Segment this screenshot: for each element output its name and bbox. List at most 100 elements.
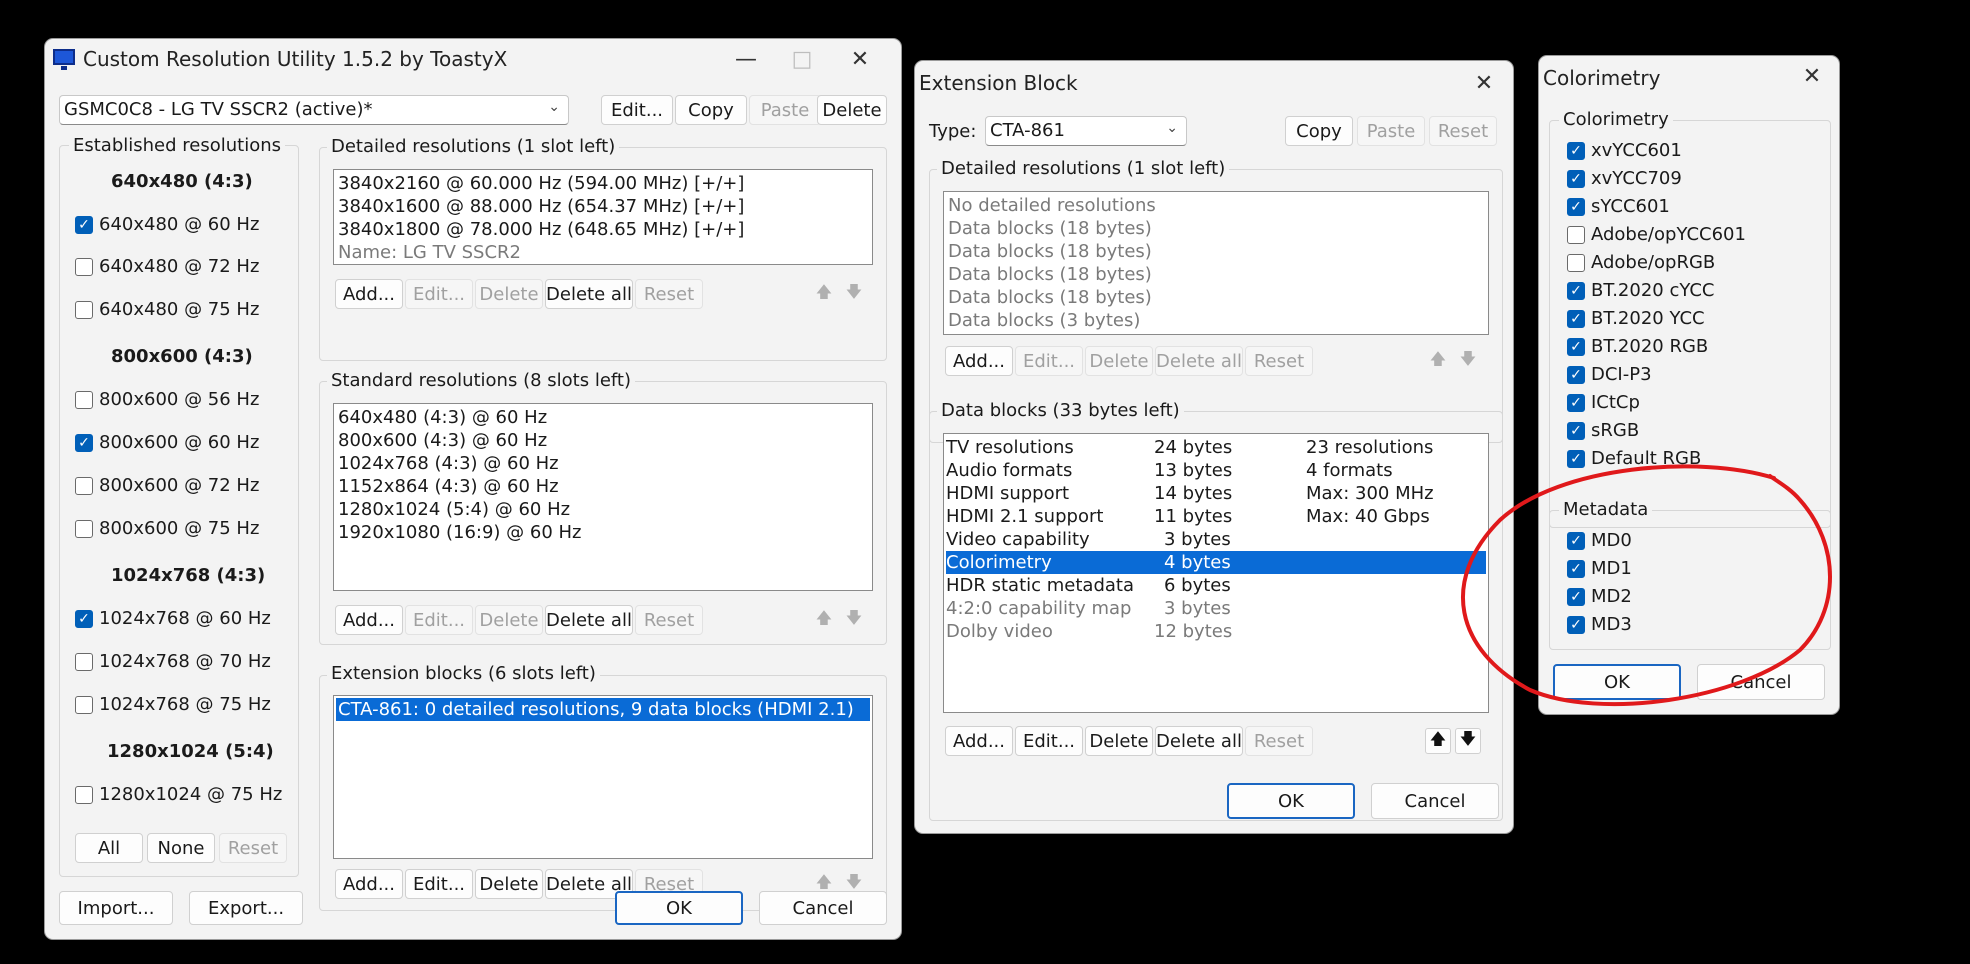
cancel-button[interactable]: Cancel xyxy=(1371,783,1499,819)
delete-display-button[interactable]: Delete xyxy=(817,95,887,125)
delete-all-standard-button[interactable]: Delete all xyxy=(545,605,633,635)
res-checkbox[interactable]: 1024x768 @ 75 Hz xyxy=(75,694,271,715)
move-up-icon[interactable]: 🡅 xyxy=(811,281,837,307)
detailed-resolutions-list[interactable]: 3840x2160 @ 60.000 Hz (594.00 MHz) [+/+]… xyxy=(333,169,873,265)
res-checkbox[interactable]: ✓ 1024x768 @ 60 Hz xyxy=(75,608,271,629)
maximize-button[interactable]: □ xyxy=(773,39,831,79)
list-item[interactable]: HDR static metadata 6 bytes xyxy=(946,574,1486,597)
list-item[interactable]: HDMI 2.1 support 11 bytes Max: 40 Gbps xyxy=(946,505,1486,528)
list-item[interactable]: Data blocks (18 bytes) xyxy=(946,217,1486,240)
move-down-icon[interactable]: 🡇 xyxy=(1455,728,1481,754)
close-button[interactable]: ✕ xyxy=(1783,56,1839,96)
colorimetry-checkbox[interactable]: ✓ sRGB xyxy=(1567,420,1639,441)
ok-button[interactable]: OK xyxy=(1553,664,1681,700)
delete-datablock-button[interactable]: Delete xyxy=(1085,726,1153,756)
list-item[interactable]: Data blocks (18 bytes) xyxy=(946,240,1486,263)
minimize-button[interactable]: — xyxy=(717,39,775,79)
export-button[interactable]: Export... xyxy=(189,891,303,925)
colorimetry-checkbox[interactable]: ✓ BT.2020 RGB xyxy=(1567,336,1708,357)
checkbox-checked-icon[interactable]: ✓ xyxy=(1567,141,1585,160)
checkbox-checked-icon[interactable]: ✓ xyxy=(75,215,93,234)
none-button[interactable]: None xyxy=(147,833,215,863)
ok-button[interactable]: OK xyxy=(1227,783,1355,819)
standard-resolutions-list[interactable]: 640x480 (4:3) @ 60 Hz 800x600 (4:3) @ 60… xyxy=(333,403,873,591)
cru-titlebar[interactable]: Custom Resolution Utility 1.5.2 by Toast… xyxy=(45,39,901,79)
checkbox-checked-icon[interactable]: ✓ xyxy=(1567,421,1585,440)
move-up-icon[interactable]: 🡅 xyxy=(811,607,837,633)
checkbox-unchecked-icon[interactable] xyxy=(75,300,93,319)
reset-detailed-button[interactable]: Reset xyxy=(635,279,703,309)
add-ext-detailed-button[interactable]: Add... xyxy=(945,346,1013,376)
list-item[interactable]: 640x480 (4:3) @ 60 Hz xyxy=(336,406,870,429)
data-blocks-list[interactable]: TV resolutions 24 bytes 23 resolutions Aud… xyxy=(943,433,1489,713)
res-checkbox[interactable]: 640x480 @ 72 Hz xyxy=(75,256,259,277)
delete-all-ext-detailed-button[interactable]: Delete all xyxy=(1155,346,1243,376)
delete-extension-button[interactable]: Delete xyxy=(475,869,543,899)
all-button[interactable]: All xyxy=(75,833,143,863)
colorimetry-checkbox[interactable]: ✓ DCI-P3 xyxy=(1567,364,1652,385)
edit-standard-button[interactable]: Edit... xyxy=(405,605,473,635)
reset-established-button[interactable]: Reset xyxy=(219,833,287,863)
checkbox-unchecked-icon[interactable] xyxy=(75,785,93,804)
checkbox-checked-icon[interactable]: ✓ xyxy=(1567,169,1585,188)
checkbox-checked-icon[interactable]: ✓ xyxy=(1567,587,1585,606)
edit-ext-detailed-button[interactable]: Edit... xyxy=(1015,346,1083,376)
checkbox-checked-icon[interactable]: ✓ xyxy=(1567,365,1585,384)
list-item[interactable]: Name: LG TV SSCR2 xyxy=(336,241,870,264)
list-item[interactable]: 800x600 (4:3) @ 60 Hz xyxy=(336,429,870,452)
res-checkbox[interactable]: ✓ 640x480 @ 60 Hz xyxy=(75,214,259,235)
res-checkbox[interactable]: 1280x1024 @ 75 Hz xyxy=(75,784,282,805)
list-item[interactable]: 3840x2160 @ 60.000 Hz (594.00 MHz) [+/+] xyxy=(336,172,870,195)
type-select[interactable]: CTA-861 ⌄ xyxy=(985,116,1187,146)
move-up-icon[interactable]: 🡅 xyxy=(1425,348,1451,374)
checkbox-checked-icon[interactable]: ✓ xyxy=(1567,393,1585,412)
move-up-icon[interactable]: 🡅 xyxy=(1425,728,1451,754)
metadata-checkbox[interactable]: ✓ MD1 xyxy=(1567,558,1632,579)
res-checkbox[interactable]: 800x600 @ 72 Hz xyxy=(75,475,259,496)
list-item[interactable]: Data blocks (18 bytes) xyxy=(946,286,1486,309)
cancel-button[interactable]: Cancel xyxy=(759,891,887,925)
checkbox-checked-icon[interactable]: ✓ xyxy=(1567,531,1585,550)
extension-titlebar[interactable]: Extension Block ✕ xyxy=(915,61,1513,101)
reset-standard-button[interactable]: Reset xyxy=(635,605,703,635)
checkbox-checked-icon[interactable]: ✓ xyxy=(1567,309,1585,328)
edit-datablock-button[interactable]: Edit... xyxy=(1015,726,1083,756)
checkbox-checked-icon[interactable]: ✓ xyxy=(1567,449,1585,468)
checkbox-checked-icon[interactable]: ✓ xyxy=(1567,615,1585,634)
list-item[interactable]: Data blocks (18 bytes) xyxy=(946,263,1486,286)
checkbox-unchecked-icon[interactable] xyxy=(75,257,93,276)
edit-extension-button[interactable]: Edit... xyxy=(405,869,473,899)
list-item[interactable]: Colorimetry 4 bytes xyxy=(946,551,1486,574)
checkbox-unchecked-icon[interactable] xyxy=(75,652,93,671)
checkbox-checked-icon[interactable]: ✓ xyxy=(75,609,93,628)
colorimetry-checkbox[interactable]: ✓ xvYCC601 xyxy=(1567,140,1682,161)
display-select[interactable]: GSMC0C8 - LG TV SSCR2 (active)* ⌄ xyxy=(59,95,569,125)
import-button[interactable]: Import... xyxy=(59,891,173,925)
checkbox-unchecked-icon[interactable] xyxy=(75,476,93,495)
reset-ext-detailed-button[interactable]: Reset xyxy=(1245,346,1313,376)
copy-display-button[interactable]: Copy xyxy=(675,95,747,125)
res-checkbox[interactable]: 800x600 @ 75 Hz xyxy=(75,518,259,539)
move-down-icon[interactable]: 🡇 xyxy=(1455,348,1481,374)
copy-button[interactable]: Copy xyxy=(1285,116,1353,146)
add-standard-button[interactable]: Add... xyxy=(335,605,403,635)
colorimetry-checkbox[interactable]: ✓ Default RGB xyxy=(1567,448,1701,469)
list-item[interactable]: Dolby video 12 bytes xyxy=(946,620,1486,643)
list-item[interactable]: 1152x864 (4:3) @ 60 Hz xyxy=(336,475,870,498)
colorimetry-checkbox[interactable]: Adobe/opRGB xyxy=(1567,252,1715,273)
checkbox-checked-icon[interactable]: ✓ xyxy=(1567,281,1585,300)
checkbox-unchecked-icon[interactable] xyxy=(75,390,93,409)
list-item[interactable]: TV resolutions 24 bytes 23 resolutions xyxy=(946,436,1486,459)
reset-datablock-button[interactable]: Reset xyxy=(1245,726,1313,756)
close-button[interactable]: ✕ xyxy=(1455,63,1513,103)
res-checkbox[interactable]: 800x600 @ 56 Hz xyxy=(75,389,259,410)
delete-all-detailed-button[interactable]: Delete all xyxy=(545,279,633,309)
checkbox-checked-icon[interactable]: ✓ xyxy=(75,433,93,452)
checkbox-checked-icon[interactable]: ✓ xyxy=(1567,559,1585,578)
edit-detailed-button[interactable]: Edit... xyxy=(405,279,473,309)
list-item[interactable]: No detailed resolutions xyxy=(946,194,1486,217)
metadata-checkbox[interactable]: ✓ MD0 xyxy=(1567,530,1632,551)
add-detailed-button[interactable]: Add... xyxy=(335,279,403,309)
checkbox-unchecked-icon[interactable] xyxy=(75,519,93,538)
delete-detailed-button[interactable]: Delete xyxy=(475,279,543,309)
